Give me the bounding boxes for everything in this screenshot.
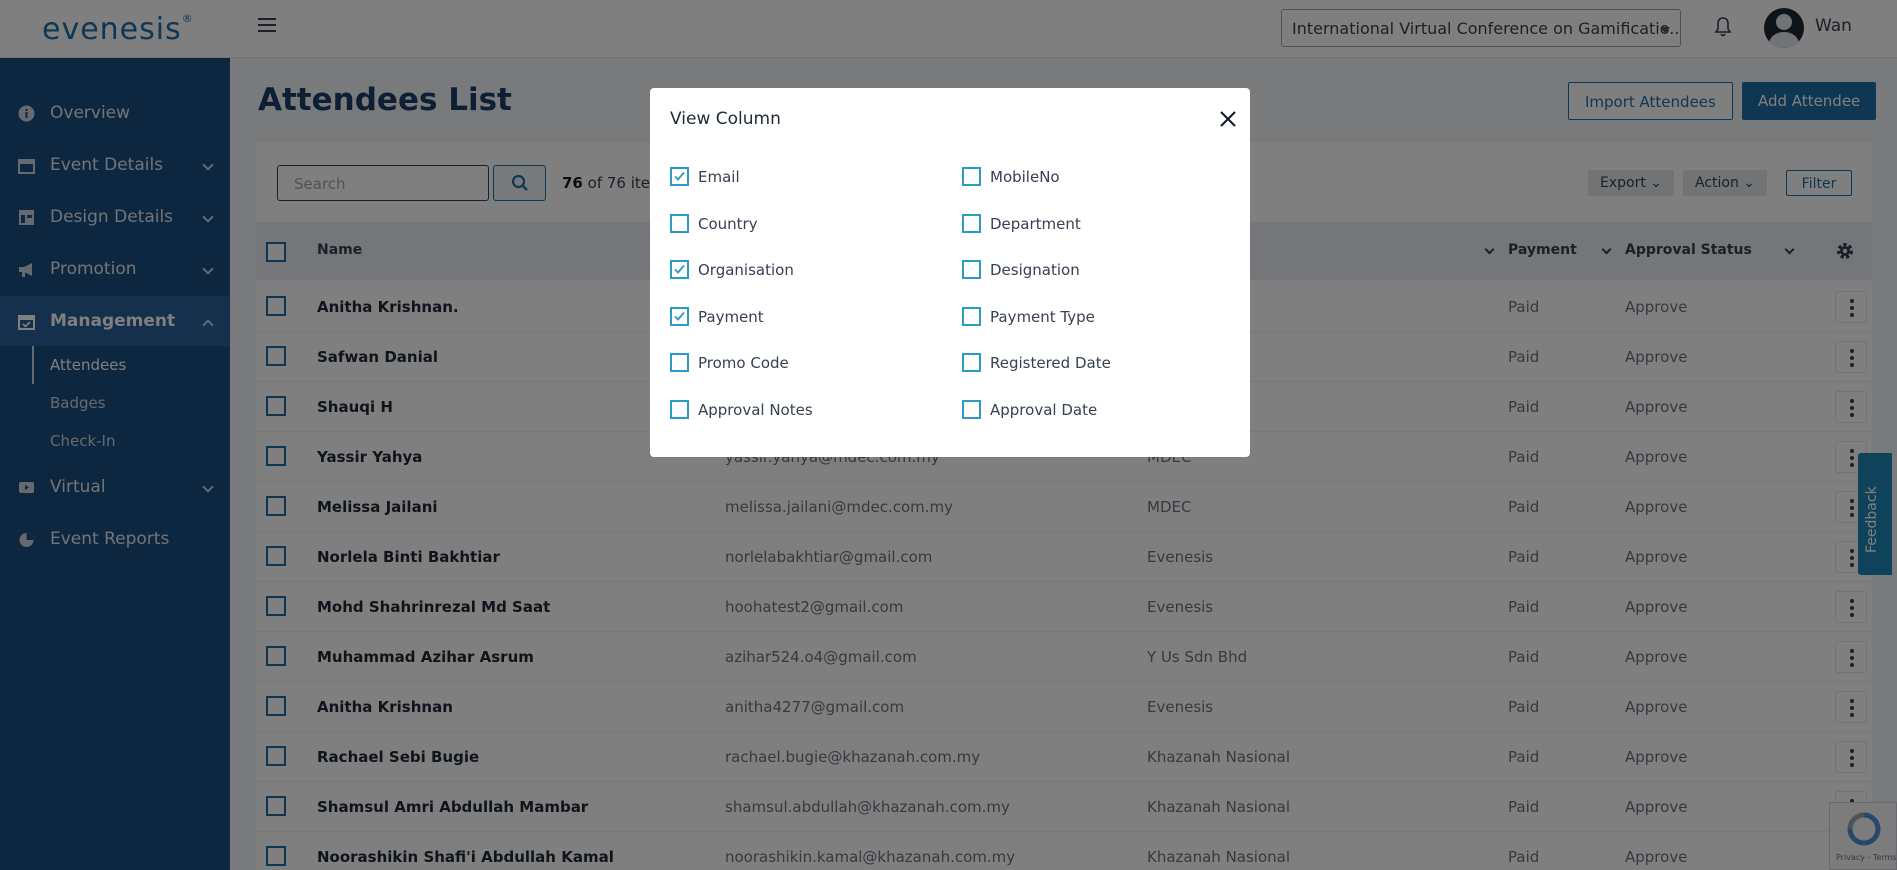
column-option-label: Designation [990,261,1080,279]
column-option-label: Approval Notes [698,400,813,419]
checkbox-checked[interactable] [670,260,689,279]
column-option-label: Organisation [698,261,794,279]
checkbox-checked[interactable] [670,167,689,186]
column-option-payment-type[interactable]: Payment Type [962,306,1222,329]
column-option-registered-date[interactable]: Registered Date [962,353,1222,375]
checkbox-unchecked[interactable] [962,353,981,372]
column-option-email[interactable]: Email [670,167,930,189]
column-option-mobileno[interactable]: MobileNo [962,167,1222,189]
column-option-label: Country [698,214,758,233]
checkbox-unchecked[interactable] [962,213,981,233]
column-option-country[interactable]: Country [670,213,930,236]
column-option-label: Payment [698,307,764,326]
view-column-modal: View Column Email MobileNo Country Departme… [650,88,1250,457]
column-option-department[interactable]: Department [962,213,1222,236]
column-option-approval-notes[interactable]: Approval Notes [670,399,930,422]
checkbox-unchecked[interactable] [962,306,981,326]
checkbox-unchecked[interactable] [962,167,981,186]
checkbox-unchecked[interactable] [670,353,689,372]
checkbox-unchecked[interactable] [962,260,981,279]
column-option-promo-code[interactable]: Promo Code [670,353,930,375]
column-option-designation[interactable]: Designation [962,260,1222,282]
column-option-label: Approval Date [990,400,1098,419]
column-option-label: Payment Type [990,307,1095,326]
column-option-approval-date[interactable]: Approval Date [962,399,1222,422]
column-option-organisation[interactable]: Organisation [670,260,930,282]
checkbox-unchecked[interactable] [670,213,689,233]
column-option-payment[interactable]: Payment [670,306,930,329]
checkbox-unchecked[interactable] [670,399,689,419]
column-option-label: MobileNo [990,168,1060,186]
column-option-label: Registered Date [990,354,1111,372]
column-option-label: Promo Code [698,354,789,372]
checkbox-unchecked[interactable] [962,399,981,419]
checkbox-checked[interactable] [670,306,689,326]
close-icon[interactable] [1218,109,1238,129]
column-option-label: Department [990,214,1081,233]
column-option-label: Email [698,168,740,186]
modal-title: View Column [670,109,781,129]
